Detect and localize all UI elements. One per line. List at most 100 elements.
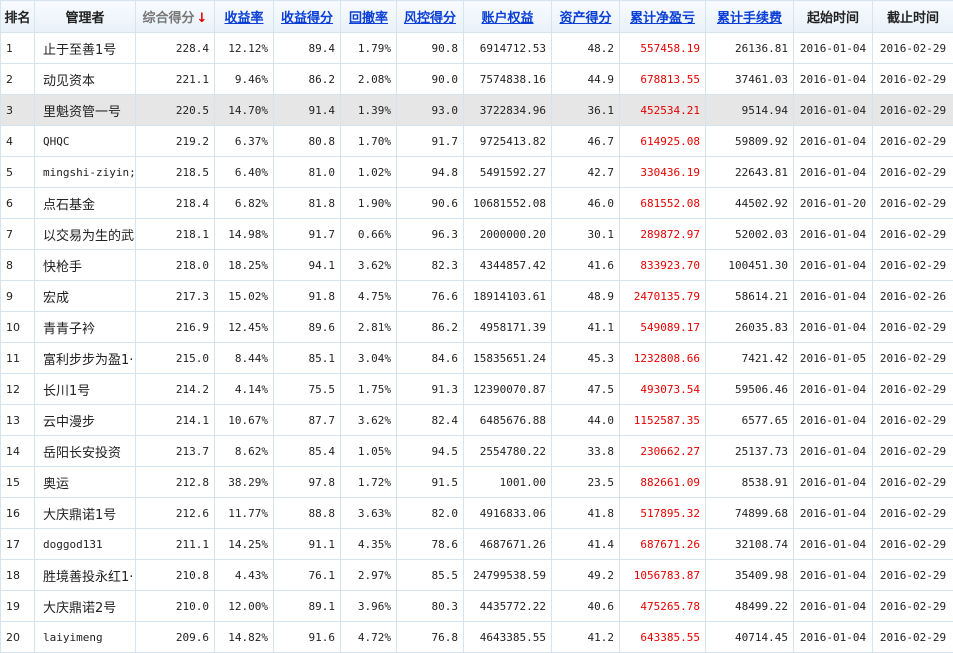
cell-return-rate: 14.25%: [215, 529, 274, 560]
cell-asset-score: 42.7: [552, 157, 620, 188]
cell-net-pnl: 1152587.35: [620, 405, 706, 436]
cell-account-equity: 6485676.88: [464, 405, 552, 436]
cell-total-fees: 26136.81: [706, 33, 794, 64]
table-row: 4QHQC219.26.37%80.81.70%91.79725413.8246…: [1, 126, 953, 157]
cell-return-score: 75.5: [274, 374, 341, 405]
cell-rank: 1: [1, 33, 35, 64]
cell-account-equity: 4958171.39: [464, 312, 552, 343]
cell-return-rate: 9.46%: [215, 64, 274, 95]
table-row: 17doggod131211.114.25%91.14.35%78.646876…: [1, 529, 953, 560]
cell-rank: 3: [1, 95, 35, 126]
cell-asset-score: 33.8: [552, 436, 620, 467]
cell-total-fees: 74899.68: [706, 498, 794, 529]
cell-total-fees: 35409.98: [706, 560, 794, 591]
cell-account-equity: 12390070.87: [464, 374, 552, 405]
cell-start-date: 2016-01-20: [794, 188, 873, 219]
header-return-rate[interactable]: 收益率: [215, 1, 274, 33]
cell-return-rate: 15.02%: [215, 281, 274, 312]
cell-asset-score: 36.1: [552, 95, 620, 126]
cell-rank: 8: [1, 250, 35, 281]
cell-drawdown-rate: 1.05%: [341, 436, 397, 467]
cell-return-rate: 12.45%: [215, 312, 274, 343]
cell-return-score: 87.7: [274, 405, 341, 436]
cell-risk-score: 80.3: [397, 591, 464, 622]
cell-total-score: 221.1: [136, 64, 215, 95]
cell-net-pnl: 678813.55: [620, 64, 706, 95]
cell-rank: 10: [1, 312, 35, 343]
cell-net-pnl: 2470135.79: [620, 281, 706, 312]
cell-total-score: 228.4: [136, 33, 215, 64]
header-drawdown-rate[interactable]: 回撤率: [341, 1, 397, 33]
header-total-fees[interactable]: 累计手续费: [706, 1, 794, 33]
table-row: 1止于至善1号228.412.12%89.41.79%90.86914712.5…: [1, 33, 953, 64]
cell-total-score: 220.5: [136, 95, 215, 126]
cell-total-score: 214.2: [136, 374, 215, 405]
sort-down-arrow-icon: ↓: [197, 11, 208, 26]
cell-end-date: 2016-02-29: [873, 126, 953, 157]
cell-risk-score: 82.0: [397, 498, 464, 529]
cell-account-equity: 6914712.53: [464, 33, 552, 64]
cell-account-equity: 4344857.42: [464, 250, 552, 281]
cell-drawdown-rate: 2.97%: [341, 560, 397, 591]
cell-rank: 13: [1, 405, 35, 436]
table-row: 3里魁资管一号220.514.70%91.41.39%93.03722834.9…: [1, 95, 953, 126]
cell-return-score: 81.0: [274, 157, 341, 188]
table-header-row: 排名 管理者 综合得分↓ 收益率 收益得分 回撤率 风控得分 账户权益 资产得分…: [1, 1, 953, 33]
cell-total-fees: 25137.73: [706, 436, 794, 467]
cell-start-date: 2016-01-04: [794, 126, 873, 157]
cell-drawdown-rate: 3.62%: [341, 405, 397, 436]
cell-net-pnl: 557458.19: [620, 33, 706, 64]
cell-return-score: 91.6: [274, 622, 341, 653]
cell-total-fees: 44502.92: [706, 188, 794, 219]
cell-end-date: 2016-02-29: [873, 467, 953, 498]
cell-end-date: 2016-02-29: [873, 312, 953, 343]
cell-total-fees: 26035.83: [706, 312, 794, 343]
table-row: 9宏成217.315.02%91.84.75%76.618914103.6148…: [1, 281, 953, 312]
cell-return-rate: 38.29%: [215, 467, 274, 498]
cell-manager: 里魁资管一号: [35, 95, 136, 126]
table-row: 2动见资本221.19.46%86.22.08%90.07574838.1644…: [1, 64, 953, 95]
header-net-pnl[interactable]: 累计净盈亏: [620, 1, 706, 33]
header-risk-score[interactable]: 风控得分: [397, 1, 464, 33]
cell-start-date: 2016-01-04: [794, 250, 873, 281]
cell-account-equity: 9725413.82: [464, 126, 552, 157]
cell-return-score: 81.8: [274, 188, 341, 219]
cell-return-score: 91.8: [274, 281, 341, 312]
cell-net-pnl: 517895.32: [620, 498, 706, 529]
header-total-score[interactable]: 综合得分↓: [136, 1, 215, 33]
table-body: 1止于至善1号228.412.12%89.41.79%90.86914712.5…: [1, 33, 953, 653]
cell-end-date: 2016-02-29: [873, 219, 953, 250]
cell-risk-score: 82.3: [397, 250, 464, 281]
header-asset-score[interactable]: 资产得分: [552, 1, 620, 33]
cell-return-rate: 6.37%: [215, 126, 274, 157]
cell-manager: doggod131: [35, 529, 136, 560]
cell-asset-score: 48.2: [552, 33, 620, 64]
cell-start-date: 2016-01-04: [794, 467, 873, 498]
cell-end-date: 2016-02-29: [873, 64, 953, 95]
cell-account-equity: 15835651.24: [464, 343, 552, 374]
cell-start-date: 2016-01-05: [794, 343, 873, 374]
cell-account-equity: 3722834.96: [464, 95, 552, 126]
cell-rank: 11: [1, 343, 35, 374]
cell-asset-score: 40.6: [552, 591, 620, 622]
cell-manager: laiyimeng: [35, 622, 136, 653]
cell-total-fees: 7421.42: [706, 343, 794, 374]
cell-start-date: 2016-01-04: [794, 157, 873, 188]
cell-total-score: 215.0: [136, 343, 215, 374]
header-account-equity[interactable]: 账户权益: [464, 1, 552, 33]
cell-start-date: 2016-01-04: [794, 591, 873, 622]
cell-risk-score: 90.8: [397, 33, 464, 64]
cell-asset-score: 47.5: [552, 374, 620, 405]
cell-return-rate: 14.70%: [215, 95, 274, 126]
cell-end-date: 2016-02-29: [873, 529, 953, 560]
cell-manager: 奥运: [35, 467, 136, 498]
header-return-score[interactable]: 收益得分: [274, 1, 341, 33]
cell-risk-score: 91.5: [397, 467, 464, 498]
cell-risk-score: 76.8: [397, 622, 464, 653]
cell-end-date: 2016-02-29: [873, 591, 953, 622]
cell-return-rate: 14.82%: [215, 622, 274, 653]
table-row: 11富利步步为盈1·215.08.44%85.13.04%84.61583565…: [1, 343, 953, 374]
cell-drawdown-rate: 1.72%: [341, 467, 397, 498]
cell-manager: 云中漫步: [35, 405, 136, 436]
cell-asset-score: 44.0: [552, 405, 620, 436]
